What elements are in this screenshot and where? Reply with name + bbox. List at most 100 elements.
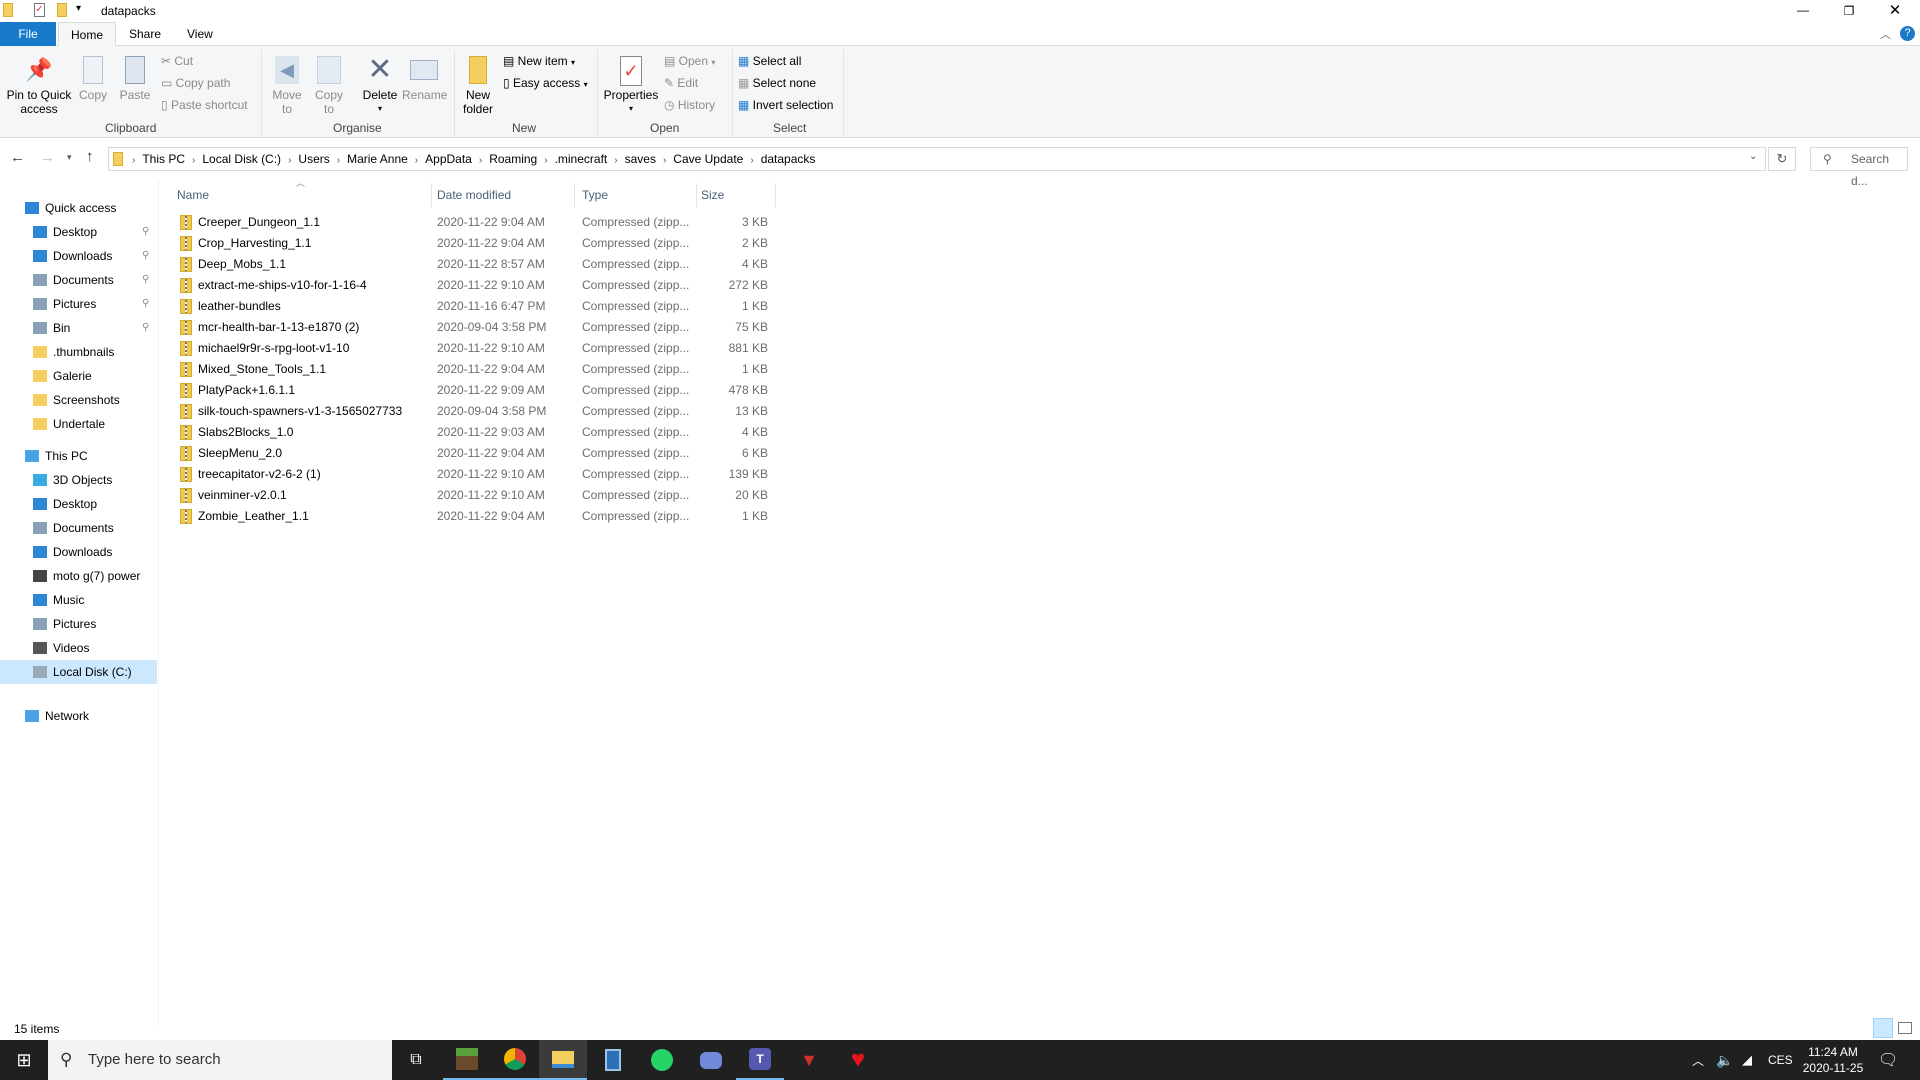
column-header-size[interactable]: Size xyxy=(701,183,724,207)
properties-quick-icon[interactable]: ✓ xyxy=(34,3,45,17)
tab-file[interactable]: File xyxy=(0,22,56,46)
file-row[interactable]: Slabs2Blocks_1.0 2020-11-22 9:03 AM Compre… xyxy=(176,422,776,443)
file-row[interactable]: treecapitator-v2-6-2 (1) 2020-11-22 9:10 … xyxy=(176,464,776,485)
forward-button[interactable]: → xyxy=(40,149,55,166)
copy-button[interactable]: Copy xyxy=(78,56,108,102)
tab-share[interactable]: Share xyxy=(117,22,173,46)
nav-item[interactable]: Local Disk (C:) xyxy=(0,660,157,684)
breadcrumb-separator-icon[interactable]: › xyxy=(611,155,620,166)
column-header-date[interactable]: Date modified xyxy=(437,183,511,207)
breadcrumb-item[interactable]: Local Disk (C:) xyxy=(198,148,285,170)
nav-item[interactable]: Pictures ⚲ xyxy=(0,292,157,316)
file-row[interactable]: michael9r9r-s-rpg-loot-v1-10 2020-11-22 9… xyxy=(176,338,776,359)
volume-button[interactable]: 🔈 xyxy=(1716,1040,1733,1080)
breadcrumb-item[interactable]: datapacks xyxy=(757,148,820,170)
breadcrumb-separator-icon[interactable]: › xyxy=(285,155,294,166)
nav-item[interactable]: Desktop xyxy=(0,492,157,516)
back-button[interactable]: ← xyxy=(10,149,25,166)
breadcrumb-item[interactable]: Users xyxy=(294,148,333,170)
column-divider[interactable] xyxy=(574,183,575,207)
select-none-button[interactable]: ▦ Select none xyxy=(738,72,816,94)
up-button[interactable]: ↑ xyxy=(86,148,94,165)
breadcrumb-item[interactable]: This PC xyxy=(138,148,189,170)
close-button[interactable]: ✕ xyxy=(1872,0,1918,22)
taskbar-search-box[interactable]: ⚲ Type here to search xyxy=(48,1040,392,1080)
minimize-ribbon-icon[interactable]: ︿ xyxy=(1880,26,1891,42)
tab-view[interactable]: View xyxy=(175,22,225,46)
nav-item[interactable]: Undertale xyxy=(0,412,157,436)
file-row[interactable]: extract-me-ships-v10-for-1-16-4 2020-11-2… xyxy=(176,275,776,296)
nav-item[interactable]: Downloads ⚲ xyxy=(0,244,157,268)
breadcrumb-item[interactable]: Roaming xyxy=(485,148,541,170)
nav-item[interactable]: Videos xyxy=(0,636,157,660)
nav-item[interactable]: Documents xyxy=(0,516,157,540)
breadcrumb-separator-icon[interactable]: › xyxy=(334,155,343,166)
breadcrumb-item[interactable]: Marie Anne xyxy=(343,148,412,170)
file-row[interactable]: PlatyPack+1.6.1.1 2020-11-22 9:09 AM Compr… xyxy=(176,380,776,401)
clock[interactable]: 11:24 AM 2020-11-25 xyxy=(1802,1040,1864,1080)
column-divider[interactable] xyxy=(696,183,697,207)
search-box[interactable]: ⚲ Search d... xyxy=(1810,147,1908,188)
heart-app[interactable]: ♥ xyxy=(834,1040,882,1080)
edit-button[interactable]: ✎ Edit xyxy=(664,72,698,94)
easy-access-button[interactable]: ▯ Easy access ▾ xyxy=(503,72,588,96)
delete-button[interactable]: ✕ Delete ▾ xyxy=(360,55,400,116)
customize-toolbar-icon[interactable]: ▾ xyxy=(76,3,81,14)
nav-item[interactable]: Pictures xyxy=(0,612,157,636)
breadcrumb-item[interactable]: saves xyxy=(621,148,660,170)
file-row[interactable]: Deep_Mobs_1.1 2020-11-22 8:57 AM Compresse… xyxy=(176,254,776,275)
nav-item[interactable]: Music xyxy=(0,588,157,612)
action-center-button[interactable]: 🗨 xyxy=(1878,1040,1898,1080)
show-hidden-icons-button[interactable]: ︿ xyxy=(1692,1040,1704,1080)
column-divider[interactable] xyxy=(775,183,776,207)
rename-button[interactable]: Rename xyxy=(402,56,447,102)
address-bar[interactable]: › This PC › Local Disk (C:) › Users › Marie Ann… xyxy=(108,147,1766,171)
breadcrumb-item[interactable]: Cave Update xyxy=(669,148,747,170)
file-row[interactable]: Crop_Harvesting_1.1 2020-11-22 9:04 AM Com… xyxy=(176,233,776,254)
task-view-button[interactable]: ⧉ xyxy=(392,1040,440,1080)
breadcrumb-separator-icon[interactable]: › xyxy=(747,155,756,166)
column-header-name[interactable]: Name xyxy=(177,183,209,207)
breadcrumb-separator-icon[interactable]: › xyxy=(660,155,669,166)
nav-item[interactable]: Network xyxy=(0,704,157,728)
pin-to-quick-access-button[interactable]: 📌 Pin to Quick access xyxy=(4,56,74,116)
nav-item[interactable]: Desktop ⚲ xyxy=(0,220,157,244)
nav-item[interactable]: This PC xyxy=(0,444,157,468)
nav-item[interactable]: .thumbnails xyxy=(0,340,157,364)
file-row[interactable]: Creeper_Dungeon_1.1 2020-11-22 9:04 AM Com… xyxy=(176,212,776,233)
breadcrumb-separator-icon[interactable]: › xyxy=(129,155,138,166)
recent-locations-button[interactable]: ▾ xyxy=(67,152,72,163)
refresh-button[interactable]: ↻ xyxy=(1768,147,1796,171)
pin-icon[interactable]: ⚲ xyxy=(142,316,149,340)
file-row[interactable]: Mixed_Stone_Tools_1.1 2020-11-22 9:04 AM C… xyxy=(176,359,776,380)
cut-button[interactable]: ✂ Cut xyxy=(161,50,193,72)
new-folder-button[interactable]: New folder xyxy=(460,56,496,116)
breadcrumb-separator-icon[interactable]: › xyxy=(189,155,198,166)
new-folder-quick-icon[interactable] xyxy=(57,3,67,17)
nav-item[interactable]: Bin ⚲ xyxy=(0,316,157,340)
game-app[interactable]: ▼ xyxy=(785,1040,833,1080)
file-explorer-app[interactable] xyxy=(539,1040,587,1080)
help-icon[interactable]: ? xyxy=(1900,26,1915,41)
nav-item[interactable]: Galerie xyxy=(0,364,157,388)
language-indicator[interactable]: CES xyxy=(1768,1040,1793,1080)
chrome-app[interactable] xyxy=(491,1040,539,1080)
tab-home[interactable]: Home xyxy=(58,22,117,47)
pin-icon[interactable]: ⚲ xyxy=(142,244,149,268)
restore-button[interactable]: ❐ xyxy=(1826,0,1872,22)
new-item-button[interactable]: ▤ New item ▾ xyxy=(503,50,575,74)
column-header-type[interactable]: Type xyxy=(582,183,608,207)
invert-selection-button[interactable]: ▦ Invert selection xyxy=(738,94,833,116)
minecraft-app[interactable] xyxy=(443,1040,491,1080)
nav-item[interactable]: moto g(7) power xyxy=(0,564,157,588)
copy-path-button[interactable]: ▭ Copy path xyxy=(161,72,230,94)
nav-item[interactable]: Quick access xyxy=(0,196,157,220)
file-row[interactable]: mcr-health-bar-1-13-e1870 (2) 2020-09-04 … xyxy=(176,317,776,338)
properties-button[interactable]: ✓ Properties ▾ xyxy=(602,56,660,116)
nav-item[interactable]: Downloads xyxy=(0,540,157,564)
move-to-button[interactable]: ◀ Move to xyxy=(270,56,304,116)
discord-app[interactable] xyxy=(687,1040,735,1080)
pin-icon[interactable]: ⚲ xyxy=(142,268,149,292)
address-dropdown-icon[interactable]: ⌄ xyxy=(1749,151,1757,162)
file-row[interactable]: silk-touch-spawners-v1-3-1565027733 2020-… xyxy=(176,401,776,422)
